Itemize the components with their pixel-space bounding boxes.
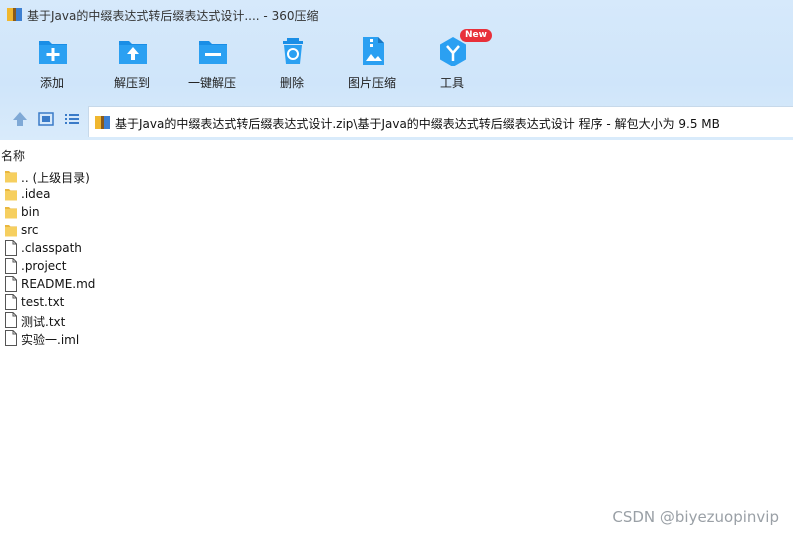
new-badge: New: [460, 29, 492, 42]
folder-icon: [4, 222, 18, 238]
one-click-extract-button[interactable]: 一键解压: [167, 32, 257, 96]
list-item[interactable]: .project: [0, 257, 300, 275]
file-icon: [4, 258, 18, 274]
list-item[interactable]: 测试.txt: [0, 311, 300, 329]
delete-button[interactable]: 删除: [247, 32, 337, 96]
list-item[interactable]: .idea: [0, 185, 300, 203]
list-item-name: .idea: [21, 187, 51, 201]
list-item-name: src: [21, 223, 39, 237]
list-item-name: .project: [21, 259, 67, 273]
list-item[interactable]: src: [0, 221, 300, 239]
image-compress-label: 图片压缩: [347, 76, 396, 90]
file-icon: [4, 312, 18, 328]
extract-icon: [118, 36, 148, 66]
window-title: 基于Java的中缀表达式转后缀表达式设计.... - 360压缩: [27, 9, 319, 23]
list-item-name: 实验一.iml: [21, 333, 80, 347]
title-bar: 基于Java的中缀表达式转后缀表达式设计.... - 360压缩: [0, 0, 793, 30]
file-icon: [4, 330, 18, 346]
extract-to-button[interactable]: 解压到: [87, 32, 177, 96]
list-item-name: test.txt: [21, 295, 65, 309]
list-item[interactable]: bin: [0, 203, 300, 221]
list-item-name: 测试.txt: [21, 315, 66, 329]
list-item-name: .. (上级目录): [21, 171, 90, 185]
tools-button[interactable]: New 工具: [407, 29, 497, 96]
address-path: 基于Java的中缀表达式转后缀表达式设计.zip\基于Java的中缀表达式转后缀…: [115, 117, 720, 131]
toolbar: 添加 解压到 一键解压 删除 图片压缩 New 工具: [0, 29, 793, 96]
extract-label: 解压到: [113, 76, 150, 90]
add-icon: [38, 36, 68, 66]
up-arrow-icon[interactable]: [11, 110, 29, 128]
delete-label: 删除: [279, 76, 304, 90]
image-compress-button[interactable]: 图片压缩: [327, 32, 417, 96]
list-header: 名称: [0, 146, 793, 164]
one-click-extract-icon: [198, 36, 228, 66]
recycle-bin-icon: [278, 36, 308, 66]
address-bar[interactable]: 基于Java的中缀表达式转后缀表达式设计.zip\基于Java的中缀表达式转后缀…: [88, 106, 793, 137]
list-item[interactable]: test.txt: [0, 293, 300, 311]
list-item[interactable]: .. (上级目录): [0, 167, 300, 185]
tools-label: 工具: [439, 76, 464, 90]
zip-archive-icon: [95, 115, 110, 130]
list-item-name: bin: [21, 205, 40, 219]
list-item[interactable]: 实验一.iml: [0, 329, 300, 347]
folder-icon: [4, 204, 18, 220]
one-click-extract-label: 一键解压: [187, 76, 236, 90]
add-label: 添加: [39, 76, 64, 90]
navigation-row: 基于Java的中缀表达式转后缀表达式设计.zip\基于Java的中缀表达式转后缀…: [0, 104, 793, 137]
list-item[interactable]: README.md: [0, 275, 300, 293]
column-name-header[interactable]: 名称: [1, 147, 25, 164]
list-view-icon[interactable]: [63, 110, 81, 128]
folder-icon: [4, 186, 18, 202]
list-item[interactable]: .classpath: [0, 239, 300, 257]
file-icon: [4, 240, 18, 256]
list-item-name: .classpath: [21, 241, 82, 255]
folder-icon: [4, 168, 18, 184]
watermark: CSDN @biyezuopinvip: [612, 508, 779, 526]
list-item-name: README.md: [21, 277, 96, 291]
top-panel: 基于Java的中缀表达式转后缀表达式设计.... - 360压缩 添加 解压到 …: [0, 0, 793, 140]
add-button[interactable]: 添加: [7, 32, 97, 96]
app-archive-icon: [7, 7, 22, 22]
file-icon: [4, 276, 18, 292]
image-compress-icon: [358, 36, 388, 66]
file-icon: [4, 294, 18, 310]
thumbnail-view-icon[interactable]: [37, 110, 55, 128]
